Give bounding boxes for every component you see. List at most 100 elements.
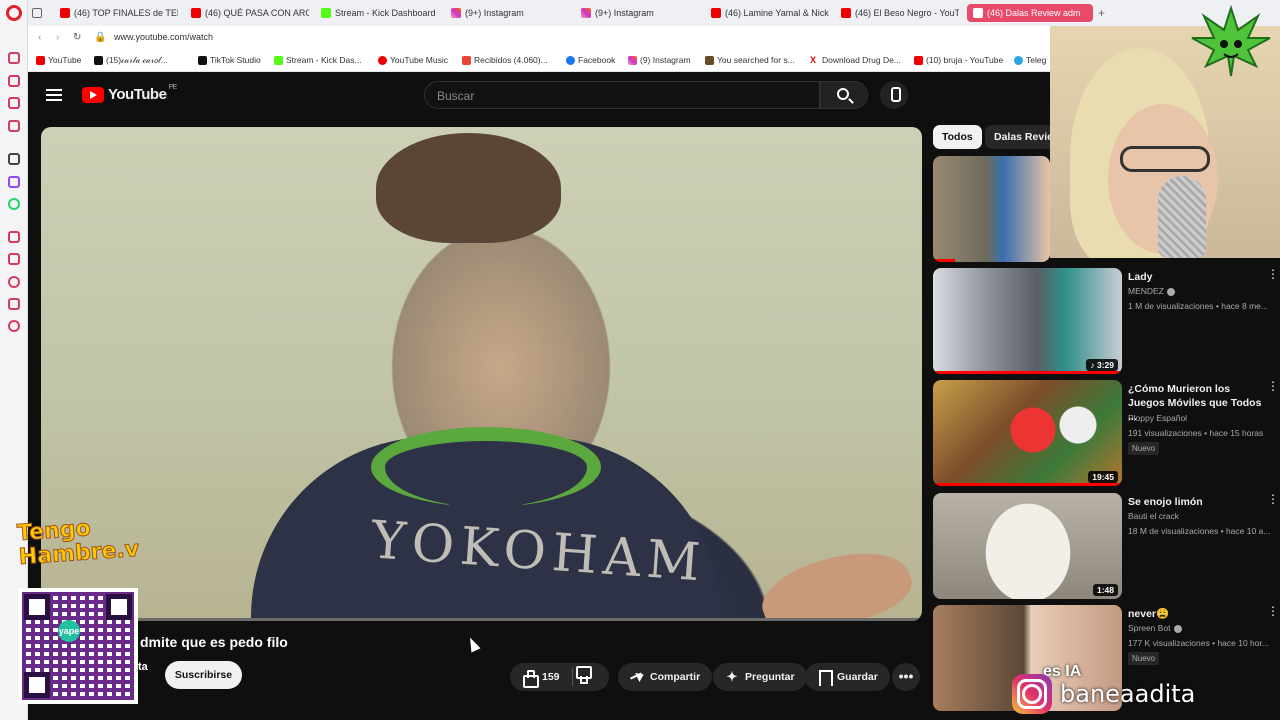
sidebar-home-icon[interactable] — [8, 52, 20, 64]
youtube-icon — [914, 55, 923, 65]
tab-bar: (46) TOP FINALES de TEMI (46) QUÉ PASA C… — [28, 0, 1280, 26]
yape-logo: yape — [58, 620, 80, 642]
sidebar-shopping-icon[interactable] — [8, 75, 20, 87]
sidebar-extensions-icon[interactable] — [8, 298, 20, 310]
dislike-icon[interactable] — [579, 670, 593, 684]
share-button[interactable]: Compartir — [618, 663, 713, 691]
tab-3[interactable]: (9+) Instagram — [451, 0, 569, 26]
tiktok-icon — [198, 55, 207, 65]
new-badge: Nuevo — [1128, 442, 1160, 455]
video-player[interactable]: YOKOHAM — [41, 127, 922, 621]
sidebar-ai-icon[interactable] — [8, 153, 20, 165]
more-actions-button[interactable]: ••• — [892, 663, 920, 691]
rec-menu-icon[interactable]: ⋮ — [1267, 605, 1279, 617]
rec-item-3[interactable]: 1:48 Se enojo limón Bauti el crack 18 M … — [933, 493, 1280, 599]
microphone-icon — [1158, 176, 1206, 258]
sidebar-history-icon[interactable] — [8, 276, 20, 288]
ask-button[interactable]: ✦ Preguntar — [713, 663, 807, 691]
chip-dalas-review[interactable]: Dalas Review — [985, 125, 1050, 149]
bookmark-0[interactable]: YouTube — [36, 55, 81, 65]
sidebar-game-icon[interactable] — [8, 97, 20, 109]
instagram-icon — [581, 8, 591, 18]
rec-item-0[interactable] — [933, 156, 1050, 262]
rec-item-2[interactable]: 19:45 ¿Cómo Murieron los Juegos Móviles … — [933, 380, 1280, 486]
tab-5[interactable]: (46) Lamine Yamal & Nick — [711, 0, 829, 26]
youtube-logo[interactable]: YouTube PE — [82, 84, 177, 103]
rec-duration: 1:48 — [1092, 584, 1118, 596]
tab-overview-icon[interactable] — [32, 0, 52, 26]
tab-6[interactable]: (46) El Beso Negro - YouTu — [841, 0, 959, 26]
rec-channel[interactable]: Bauti el crack — [1128, 511, 1179, 521]
rec-thumbnail[interactable] — [933, 156, 1050, 262]
save-button[interactable]: Guardar — [805, 663, 890, 691]
bookmarks-bar: YouTube (15)𝒸𝒶𝓇𝓁𝒶 𝒸𝒶𝓇𝑜𝓁... TikTok Studio… — [28, 50, 1050, 72]
sidebar-mail-icon[interactable] — [8, 120, 20, 132]
instagram-handle-overlay: baneaadita — [1012, 674, 1195, 714]
bookmark-10[interactable]: (10) bruja - YouTube — [914, 55, 1003, 65]
opera-logo-icon[interactable] — [6, 5, 22, 21]
rec-item-1[interactable]: ♪ 3:29 Lady MENDEZ 1 M de visualizacione… — [933, 268, 1280, 374]
channel-name[interactable]: ta — [138, 661, 148, 673]
reload-icon[interactable]: ↻ — [73, 32, 81, 43]
bookmark-4[interactable]: YouTube Music — [378, 55, 448, 65]
kick-icon — [321, 8, 331, 18]
sidebar-twitch-icon[interactable] — [8, 176, 20, 188]
url-field[interactable]: www.youtube.com/watch — [114, 32, 213, 42]
new-tab-button[interactable]: + — [1098, 0, 1114, 26]
bookmark-9[interactable]: X Download Drug De... — [810, 55, 901, 65]
sidebar-settings-icon[interactable] — [8, 320, 20, 332]
rec-thumbnail[interactable]: 19:45 — [933, 380, 1122, 486]
like-icon[interactable] — [522, 670, 539, 688]
bookmark-2[interactable]: TikTok Studio — [198, 55, 261, 65]
bookmark-1[interactable]: (15)𝒸𝒶𝓇𝓁𝒶 𝒸𝒶𝓇𝑜𝓁... — [94, 55, 168, 66]
new-badge: Nuevo — [1128, 652, 1160, 665]
streamer-glasses — [1120, 146, 1210, 172]
site-icon — [705, 55, 714, 65]
video-progress-bar[interactable] — [41, 618, 922, 621]
rec-duration: ♪ 3:29 — [1086, 359, 1118, 371]
rec-menu-icon[interactable]: ⋮ — [1267, 493, 1279, 505]
instagram-icon — [1012, 674, 1052, 714]
sidebar-player-icon[interactable] — [8, 231, 20, 243]
like-count[interactable]: 159 — [542, 671, 560, 683]
forward-icon[interactable]: › — [56, 32, 59, 43]
video-person-hood — [371, 427, 601, 507]
rec-menu-icon[interactable]: ⋮ — [1267, 380, 1279, 392]
subscribe-button[interactable]: Suscribirse — [165, 661, 242, 689]
youtube-icon — [36, 55, 45, 65]
sidebar-whatsapp-icon[interactable] — [8, 198, 20, 210]
youtube-music-icon — [378, 55, 387, 65]
bookmark-11[interactable]: Teleg — [1014, 55, 1046, 65]
search-input[interactable]: Buscar — [424, 81, 820, 109]
tab-7-active[interactable]: (46) Dalas Review adm — [967, 4, 1093, 22]
bookmark-3[interactable]: Stream - Kick Das... — [274, 55, 362, 65]
watch-progress — [933, 371, 1122, 374]
tab-0[interactable]: (46) TOP FINALES de TEMI — [60, 0, 178, 26]
tab-4[interactable]: (9+) Instagram — [581, 0, 699, 26]
rec-thumbnail[interactable]: ♪ 3:29 — [933, 268, 1122, 374]
instagram-icon — [628, 55, 637, 65]
tab-1[interactable]: (46) QUÉ PASA CON ARGE — [191, 0, 309, 26]
rec-title[interactable]: never😩 — [1128, 607, 1268, 621]
search-button[interactable] — [820, 81, 868, 109]
like-dislike-group: 159 — [510, 663, 609, 691]
rec-channel[interactable]: Ploppy Español — [1128, 413, 1187, 423]
bookmark-7[interactable]: (9) Instagram — [628, 55, 691, 65]
bookmark-5[interactable]: Recibidos (4.060)... — [462, 55, 548, 65]
rec-thumbnail[interactable]: 1:48 — [933, 493, 1122, 599]
hamburger-menu-icon[interactable] — [46, 89, 62, 101]
rec-channel[interactable]: MENDEZ — [1128, 286, 1175, 296]
rec-menu-icon[interactable]: ⋮ — [1267, 268, 1279, 280]
rec-channel[interactable]: Spreen Bot — [1128, 623, 1182, 633]
verified-icon — [1173, 624, 1182, 633]
bookmark-6[interactable]: Facebook — [566, 55, 615, 65]
chip-todos[interactable]: Todos — [933, 125, 982, 149]
tab-2[interactable]: Stream - Kick Dashboard — [321, 0, 439, 26]
sidebar-pin-icon[interactable] — [8, 253, 20, 265]
rec-title[interactable]: Se enojo limón — [1128, 495, 1268, 509]
video-title: dmite que es pedo filo — [140, 634, 288, 650]
voice-search-icon[interactable] — [880, 81, 908, 109]
back-icon[interactable]: ‹ — [38, 32, 41, 43]
rec-title[interactable]: Lady — [1128, 270, 1268, 284]
bookmark-8[interactable]: You searched for s... — [705, 55, 795, 65]
